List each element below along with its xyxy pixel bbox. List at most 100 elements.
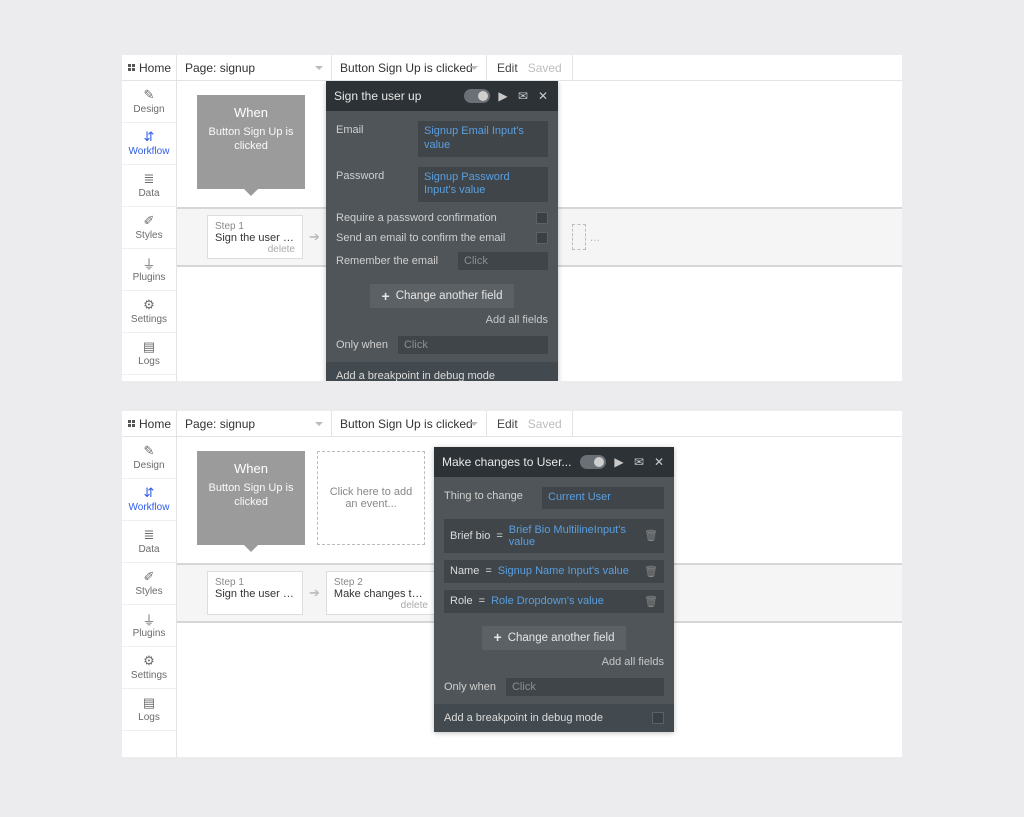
require-confirmation-checkbox[interactable] (536, 212, 548, 224)
email-label: Email (336, 121, 408, 136)
remember-email-label: Remember the email (336, 255, 438, 267)
step-1-title: Sign the user up (215, 588, 295, 600)
change-another-field-button[interactable]: + Change another field (370, 284, 515, 308)
workflow-icon: ⇵ (142, 486, 156, 500)
password-expression[interactable]: Signup Password Input's value (418, 167, 548, 203)
edit-link[interactable]: Edit (497, 417, 518, 431)
close-icon[interactable]: ✕ (652, 455, 666, 469)
gear-icon: ⚙ (142, 298, 156, 312)
only-when-input[interactable]: Click (398, 336, 548, 354)
only-when-input[interactable]: Click (506, 678, 664, 696)
step-2-delete[interactable]: delete (334, 600, 428, 611)
user-toggle[interactable] (580, 455, 606, 469)
nav-design[interactable]: ✎Design (122, 437, 176, 479)
home-button[interactable]: Home (122, 411, 177, 436)
nav-styles-label: Styles (135, 586, 162, 597)
left-nav: ✎Design ⇵ Workflow ≣Data ✐Styles ⏚Plugins… (122, 437, 177, 757)
nav-workflow-label: Workflow (129, 146, 170, 157)
trash-icon[interactable]: 🗑 (644, 529, 658, 542)
change-another-field-button[interactable]: + Change another field (482, 626, 627, 650)
file-icon: ▤ (142, 696, 156, 710)
email-expression[interactable]: Signup Email Input's value (418, 121, 548, 157)
event-block[interactable]: When Button Sign Up is clicked (197, 95, 305, 189)
step-1-card[interactable]: Step 1 Sign the user up . (207, 571, 303, 615)
page-dropdown[interactable]: Page: signup (177, 55, 332, 80)
workflow-dropdown[interactable]: Button Sign Up is clicked (332, 55, 487, 80)
add-step-placeholder[interactable] (572, 224, 586, 250)
step-2-label: Step 2 (334, 577, 428, 588)
event-block[interactable]: When Button Sign Up is clicked (197, 451, 305, 545)
add-all-fields-link[interactable]: Add all fields (336, 314, 548, 326)
nav-settings[interactable]: ⚙Settings (122, 647, 176, 689)
gear-icon: ⚙ (142, 654, 156, 668)
action-panel-signup[interactable]: Sign the user up ▶ ✉ ✕ Email Signup Emai… (326, 81, 558, 381)
remember-email-input[interactable]: Click (458, 252, 548, 270)
event-pointer-icon (244, 189, 258, 196)
field-expression[interactable]: Signup Name Input's value (498, 565, 638, 577)
edit-link[interactable]: Edit (497, 61, 518, 75)
nav-styles[interactable]: ✐ Styles (122, 207, 176, 249)
panel-header[interactable]: Make changes to User... ▶ ✉ ✕ (434, 447, 674, 477)
workflow-dropdown-label: Button Sign Up is clicked (340, 417, 473, 431)
event-title: When (205, 105, 297, 120)
chevron-down-icon (315, 66, 323, 70)
add-all-fields-link[interactable]: Add all fields (444, 656, 664, 668)
field-expression[interactable]: Brief Bio MultilineInput's value (509, 524, 638, 548)
field-row-name[interactable]: Name = Signup Name Input's value 🗑 (444, 560, 664, 583)
page-dropdown[interactable]: Page: signup (177, 411, 332, 436)
step-1-card[interactable]: Step 1 Sign the user up delete (207, 215, 303, 259)
add-event-placeholder[interactable]: Click here to add an event... (317, 451, 425, 545)
breakpoint-checkbox[interactable] (652, 712, 664, 724)
edit-saved: Edit Saved (487, 411, 573, 436)
event-pointer-icon (244, 545, 258, 552)
thing-to-change-value[interactable]: Current User (542, 487, 664, 509)
field-row-role[interactable]: Role = Role Dropdown's value 🗑 (444, 590, 664, 613)
field-row-brief-bio[interactable]: Brief bio = Brief Bio MultilineInput's v… (444, 519, 664, 553)
step-1-label: Step 1 (215, 221, 295, 232)
nav-workflow-label: Workflow (129, 502, 170, 513)
field-expression[interactable]: Role Dropdown's value (491, 595, 638, 607)
step-1-title: Sign the user up (215, 232, 295, 244)
step-1-delete[interactable]: delete (215, 244, 295, 255)
wand-icon: ✎ (142, 88, 156, 102)
nav-styles[interactable]: ✐Styles (122, 563, 176, 605)
nav-logs-label: Logs (138, 712, 160, 723)
workflow-dropdown-label: Button Sign Up is clicked (340, 61, 473, 75)
nav-data[interactable]: ≣Data (122, 521, 176, 563)
send-email-checkbox[interactable] (536, 232, 548, 244)
workflow-icon: ⇵ (142, 130, 156, 144)
close-icon[interactable]: ✕ (536, 89, 550, 103)
nav-logs[interactable]: ▤ Logs (122, 689, 176, 731)
nav-data[interactable]: ≣ Data (122, 165, 176, 207)
workflow-dropdown[interactable]: Button Sign Up is clicked (332, 411, 487, 436)
nav-plugins[interactable]: ⏚ Plugins (122, 249, 176, 291)
comment-icon[interactable]: ✉ (516, 89, 530, 103)
nav-workflow[interactable]: ⇵ Workflow (122, 479, 176, 521)
plug-icon: ⏚ (142, 256, 156, 270)
add-event-label: Click here to add an event... (324, 486, 418, 510)
trash-icon[interactable]: 🗑 (644, 565, 658, 578)
nav-logs[interactable]: ▤ Logs (122, 333, 176, 375)
plus-icon: + (382, 293, 390, 300)
play-icon[interactable]: ▶ (496, 89, 510, 103)
panel-title: Make changes to User... (442, 455, 574, 469)
nav-design[interactable]: ✎ Design (122, 81, 176, 123)
action-panel-make-changes[interactable]: Make changes to User... ▶ ✉ ✕ Thing to c… (434, 447, 674, 732)
nav-logs-label: Logs (138, 356, 160, 367)
file-icon: ▤ (142, 340, 156, 354)
trash-icon[interactable]: 🗑 (644, 595, 658, 608)
send-email-label: Send an email to confirm the email (336, 232, 505, 244)
only-when-label: Only when (336, 339, 388, 351)
nav-workflow[interactable]: ⇵ Workflow (122, 123, 176, 165)
nav-data-label: Data (138, 188, 159, 199)
nav-settings[interactable]: ⚙ Settings (122, 291, 176, 333)
user-toggle[interactable] (464, 89, 490, 103)
play-icon[interactable]: ▶ (612, 455, 626, 469)
plug-icon: ⏚ (142, 612, 156, 626)
comment-icon[interactable]: ✉ (632, 455, 646, 469)
panel-header[interactable]: Sign the user up ▶ ✉ ✕ (326, 81, 558, 111)
editor-window-2: Home Page: signup Button Sign Up is clic… (122, 411, 902, 757)
step-2-card[interactable]: Step 2 Make changes to User... delete (326, 571, 436, 615)
nav-plugins[interactable]: ⏚Plugins (122, 605, 176, 647)
home-button[interactable]: Home (122, 55, 177, 80)
